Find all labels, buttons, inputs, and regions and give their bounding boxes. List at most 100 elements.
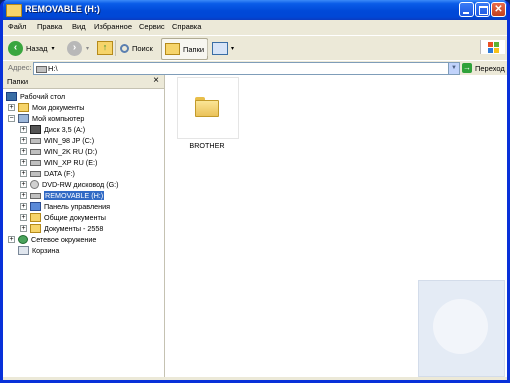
views-button[interactable]: ▾: [212, 38, 234, 58]
tree-item-label: Документы - 2558: [44, 224, 104, 233]
tree-item-my-documents[interactable]: + Мои документы: [8, 102, 84, 113]
address-label: Адрес:: [8, 63, 32, 72]
hard-drive-icon: [30, 159, 41, 166]
documents-folder-icon: [18, 103, 29, 112]
tree-item-label: Сетевое окружение: [31, 235, 97, 244]
hard-drive-icon: [30, 148, 41, 155]
tree-item-recycle-bin[interactable]: Корзина: [18, 245, 59, 256]
tree-item-my-computer[interactable]: − Мой компьютер: [8, 113, 84, 124]
tree-item-removable[interactable]: + REMOVABLE (H:): [20, 190, 105, 201]
views-icon: [212, 41, 228, 55]
expand-icon[interactable]: +: [20, 225, 27, 232]
menu-view[interactable]: Вид: [72, 22, 86, 31]
back-label: Назад: [26, 43, 48, 53]
close-icon: ✕: [494, 4, 503, 15]
tree-item-desktop[interactable]: Рабочий стол: [6, 91, 65, 102]
expand-icon[interactable]: +: [8, 236, 15, 243]
maximize-button[interactable]: [475, 2, 490, 17]
tree-item-drive-f[interactable]: + DATA (F:): [20, 168, 75, 179]
folder-icon: [195, 97, 219, 117]
back-dropdown-icon: ▾: [51, 45, 55, 52]
tree-item-dvd-drive[interactable]: + DVD-RW дисковод (G:): [20, 179, 119, 190]
menu-edit[interactable]: Правка: [37, 22, 62, 31]
folder-item[interactable]: [177, 77, 239, 139]
expand-icon[interactable]: +: [20, 214, 27, 221]
up-folder-button[interactable]: ↑: [97, 38, 113, 58]
folders-label: Папки: [183, 44, 205, 54]
go-label: Переход: [475, 63, 505, 73]
folders-panel-header: Папки ×: [3, 75, 164, 89]
tree-item-drive-e[interactable]: + WIN_XP RU (E:): [20, 157, 97, 168]
title-bar[interactable]: REMOVABLE (H:) ✕: [3, 0, 507, 20]
views-dropdown-icon: ▾: [231, 45, 235, 52]
address-dropdown-button[interactable]: ▼: [448, 63, 459, 74]
expand-icon[interactable]: +: [20, 170, 27, 177]
go-arrow-icon: →: [462, 63, 472, 73]
hard-drive-icon: [30, 137, 41, 144]
folders-button[interactable]: Папки: [161, 38, 209, 60]
floppy-drive-icon: [30, 125, 41, 134]
close-icon[interactable]: ×: [153, 75, 159, 86]
computer-icon: [18, 114, 29, 123]
menu-bar: Файл Правка Вид Избранное Сервис Справка: [3, 20, 507, 54]
expand-icon[interactable]: +: [20, 137, 27, 144]
tree-item-label: WIN_2K RU (D:): [44, 147, 98, 156]
search-icon: [120, 43, 129, 53]
explorer-window: REMOVABLE (H:) ✕ Файл Правка Вид Избранн…: [0, 0, 510, 383]
search-button[interactable]: Поиск: [120, 38, 153, 58]
tree-item-user-documents[interactable]: + Документы - 2558: [20, 223, 103, 234]
forward-dropdown-icon: ▾: [86, 45, 90, 52]
folders-panel-title: Папки: [7, 77, 29, 86]
tree-item-label: WIN_XP RU (E:): [44, 158, 98, 167]
minimize-button[interactable]: [459, 2, 474, 17]
drive-icon: [6, 4, 22, 17]
folder-item-label[interactable]: BROTHER: [177, 141, 237, 150]
dvd-drive-icon: [30, 180, 39, 189]
drive-icon: [36, 66, 47, 73]
tree-item-control-panel[interactable]: + Панель управления: [20, 201, 110, 212]
address-input[interactable]: H:\ ▼: [33, 62, 460, 75]
close-button[interactable]: ✕: [491, 2, 506, 17]
expand-icon[interactable]: +: [20, 159, 27, 166]
forward-button[interactable]: › ▾: [67, 38, 89, 58]
up-folder-icon: ↑: [97, 41, 113, 55]
recycle-bin-icon: [18, 246, 29, 255]
tree-item-shared-documents[interactable]: + Общие документы: [20, 212, 106, 223]
tree-item-label: WIN_98 JP (C:): [44, 136, 95, 145]
expand-icon[interactable]: +: [20, 181, 27, 188]
expand-icon[interactable]: +: [20, 126, 27, 133]
expand-icon[interactable]: +: [20, 148, 27, 155]
expand-icon[interactable]: +: [20, 192, 27, 199]
menu-help[interactable]: Справка: [172, 22, 201, 31]
maximize-icon: [479, 6, 488, 15]
toolbar-separator: [115, 40, 116, 56]
tree-item-floppy[interactable]: + Диск 3,5 (A:): [20, 124, 85, 135]
folder-icon: [30, 224, 41, 233]
minimize-icon: [463, 12, 469, 14]
tree-item-drive-d[interactable]: + WIN_2K RU (D:): [20, 146, 97, 157]
menu-favorites[interactable]: Избранное: [94, 22, 132, 31]
tree-item-label: Общие документы: [44, 213, 106, 222]
search-label: Поиск: [132, 43, 153, 53]
tree-item-label: Диск 3,5 (A:): [44, 125, 86, 134]
back-arrow-icon: ‹: [8, 40, 23, 56]
removable-drive-icon: [30, 192, 41, 199]
collapse-icon[interactable]: −: [8, 115, 15, 122]
tree-item-label: DVD-RW дисковод (G:): [42, 180, 119, 189]
desktop-icon: [6, 92, 17, 101]
tree-item-label: DATA (F:): [44, 169, 75, 178]
forward-arrow-icon: ›: [67, 40, 82, 56]
tree-item-label: Панель управления: [44, 202, 111, 211]
menu-file[interactable]: Файл: [8, 22, 26, 31]
menu-tools[interactable]: Сервис: [139, 22, 165, 31]
back-button[interactable]: ‹ Назад ▾: [8, 38, 55, 58]
tree-item-network[interactable]: + Сетевое окружение: [8, 234, 96, 245]
address-bar: Адрес: H:\ ▼ → Переход: [3, 60, 507, 76]
go-button[interactable]: → Переход: [462, 62, 505, 74]
expand-icon[interactable]: +: [20, 203, 27, 210]
window-title: REMOVABLE (H:): [25, 4, 100, 14]
watermark-logo-icon: [418, 280, 505, 377]
folder-icon: [30, 213, 41, 222]
tree-item-drive-c[interactable]: + WIN_98 JP (C:): [20, 135, 94, 146]
expand-icon[interactable]: +: [8, 104, 15, 111]
